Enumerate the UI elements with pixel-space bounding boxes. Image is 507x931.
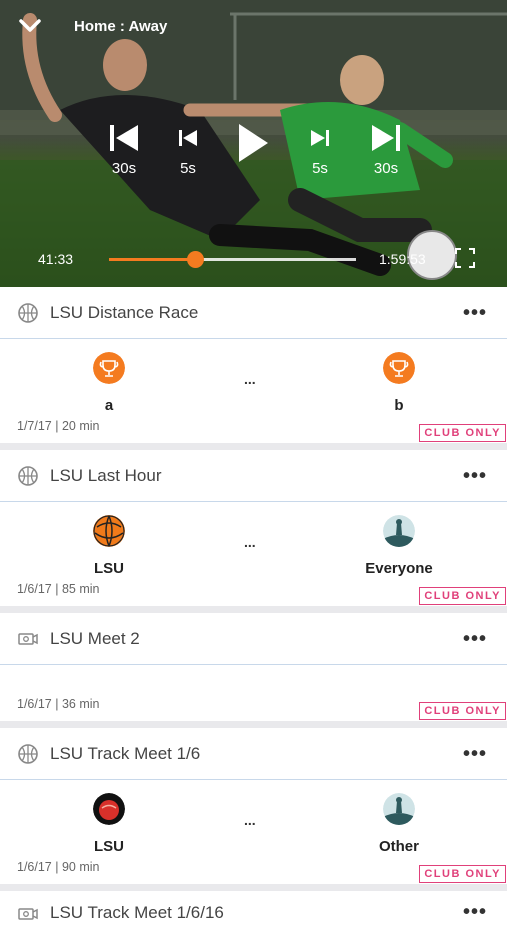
card-title: LSU Distance Race: [50, 302, 199, 322]
card-header: LSU Track Meet 1/6 •••: [0, 728, 507, 780]
card-title: LSU Track Meet 1/6: [50, 743, 201, 763]
elapsed-time: 41:33: [38, 251, 74, 267]
card-header: LSU Track Meet 1/6/16 •••: [0, 891, 507, 931]
card-header: LSU Meet 2 •••: [0, 613, 507, 665]
forward-5-button[interactable]: 5s: [309, 122, 331, 177]
video-meta: 1/6/17 | 90 min: [17, 860, 100, 874]
away-team: Other: [359, 793, 439, 855]
club-only-badge: CLUB ONLY: [419, 702, 506, 720]
club-only-badge: CLUB ONLY: [419, 424, 506, 442]
trophy-icon: [93, 352, 125, 384]
total-time: 1:59:53: [379, 251, 426, 267]
video-camera-icon: [18, 908, 38, 920]
team-logo-icon: [383, 515, 415, 547]
card-body: LSU ... Other 1/6/17 | 90 min CLUB ONLY: [0, 780, 507, 884]
rewind-30-label: 30s: [111, 160, 137, 177]
forward-30-label: 30s: [373, 160, 399, 177]
skip-forward-small-icon: [311, 130, 329, 146]
more-options-button[interactable]: •••: [463, 743, 487, 766]
skip-forward-icon: [372, 125, 400, 151]
card-header: LSU Last Hour •••: [0, 450, 507, 502]
away-team: Everyone: [359, 515, 439, 577]
video-player[interactable]: Home : Away 30s 5s 5s 30s 41:33 1:59:53: [0, 0, 507, 287]
play-icon: [239, 124, 268, 162]
player-header: Home : Away: [18, 14, 167, 38]
team-logo-icon: [383, 793, 415, 825]
forward-30-button[interactable]: 30s: [370, 122, 402, 177]
matchup-separator: ...: [244, 534, 256, 550]
home-team: a: [69, 352, 149, 414]
team-logo-icon: [93, 793, 125, 825]
away-team: b: [359, 352, 439, 414]
seek-bar-progress: [109, 258, 196, 261]
basketball-icon: [18, 743, 38, 764]
video-list: LSU Distance Race ••• a ... b 1/7/17 | 2…: [0, 287, 507, 931]
rewind-5-label: 5s: [180, 160, 196, 177]
play-button[interactable]: [236, 122, 270, 169]
video-card[interactable]: LSU Track Meet 1/6/16 •••: [0, 891, 507, 931]
away-team-name: Other: [378, 838, 419, 855]
more-options-button[interactable]: •••: [463, 302, 487, 325]
home-team: LSU: [69, 793, 149, 855]
skip-back-icon: [110, 125, 138, 151]
matchup-separator: ...: [244, 371, 256, 387]
seek-handle[interactable]: [187, 251, 205, 268]
home-team: LSU: [69, 515, 149, 577]
card-body: LSU ... Everyone 1/6/17 | 85 min CLUB ON…: [0, 502, 507, 606]
home-team-name: LSU: [94, 560, 124, 577]
video-meta: 1/6/17 | 85 min: [17, 582, 100, 596]
card-header: LSU Distance Race •••: [0, 287, 507, 339]
video-card[interactable]: LSU Meet 2 ••• 1/6/17 | 36 min CLUB ONLY: [0, 613, 507, 721]
basketball-icon: [18, 302, 38, 323]
card-title: LSU Last Hour: [50, 465, 162, 485]
card-title: LSU Meet 2: [50, 628, 140, 648]
video-meta: 1/7/17 | 20 min: [17, 419, 100, 433]
card-body: a ... b 1/7/17 | 20 min CLUB ONLY: [0, 339, 507, 443]
video-meta: 1/6/17 | 36 min: [17, 697, 100, 711]
card-body: 1/6/17 | 36 min CLUB ONLY: [0, 665, 507, 721]
forward-5-label: 5s: [312, 160, 328, 177]
home-team-name: LSU: [94, 838, 124, 855]
club-only-badge: CLUB ONLY: [419, 865, 506, 883]
rewind-5-button[interactable]: 5s: [177, 122, 199, 177]
more-options-button[interactable]: •••: [463, 901, 487, 924]
seek-bar[interactable]: [109, 251, 356, 268]
skip-back-small-icon: [179, 130, 197, 146]
basketball-icon: [18, 465, 38, 486]
video-card[interactable]: LSU Last Hour ••• LSU ... Everyone 1/6/1…: [0, 450, 507, 606]
club-only-badge: CLUB ONLY: [419, 587, 506, 605]
more-options-button[interactable]: •••: [463, 628, 487, 651]
away-team-name: b: [394, 397, 404, 414]
video-card[interactable]: LSU Track Meet 1/6 ••• LSU ... Other 1/6…: [0, 728, 507, 884]
fullscreen-icon[interactable]: [455, 248, 475, 268]
video-card[interactable]: LSU Distance Race ••• a ... b 1/7/17 | 2…: [0, 287, 507, 443]
more-options-button[interactable]: •••: [463, 465, 487, 488]
chevron-down-icon[interactable]: [18, 14, 42, 38]
video-camera-icon: [18, 632, 38, 645]
away-team-name: Everyone: [365, 560, 433, 577]
matchup-separator: ...: [244, 812, 256, 828]
trophy-icon: [383, 352, 415, 384]
team-logo-icon: [93, 515, 125, 547]
home-team-name: a: [104, 397, 114, 414]
card-title: LSU Track Meet 1/6/16: [50, 903, 224, 922]
rewind-30-button[interactable]: 30s: [108, 122, 140, 177]
video-title: Home : Away: [74, 17, 168, 35]
